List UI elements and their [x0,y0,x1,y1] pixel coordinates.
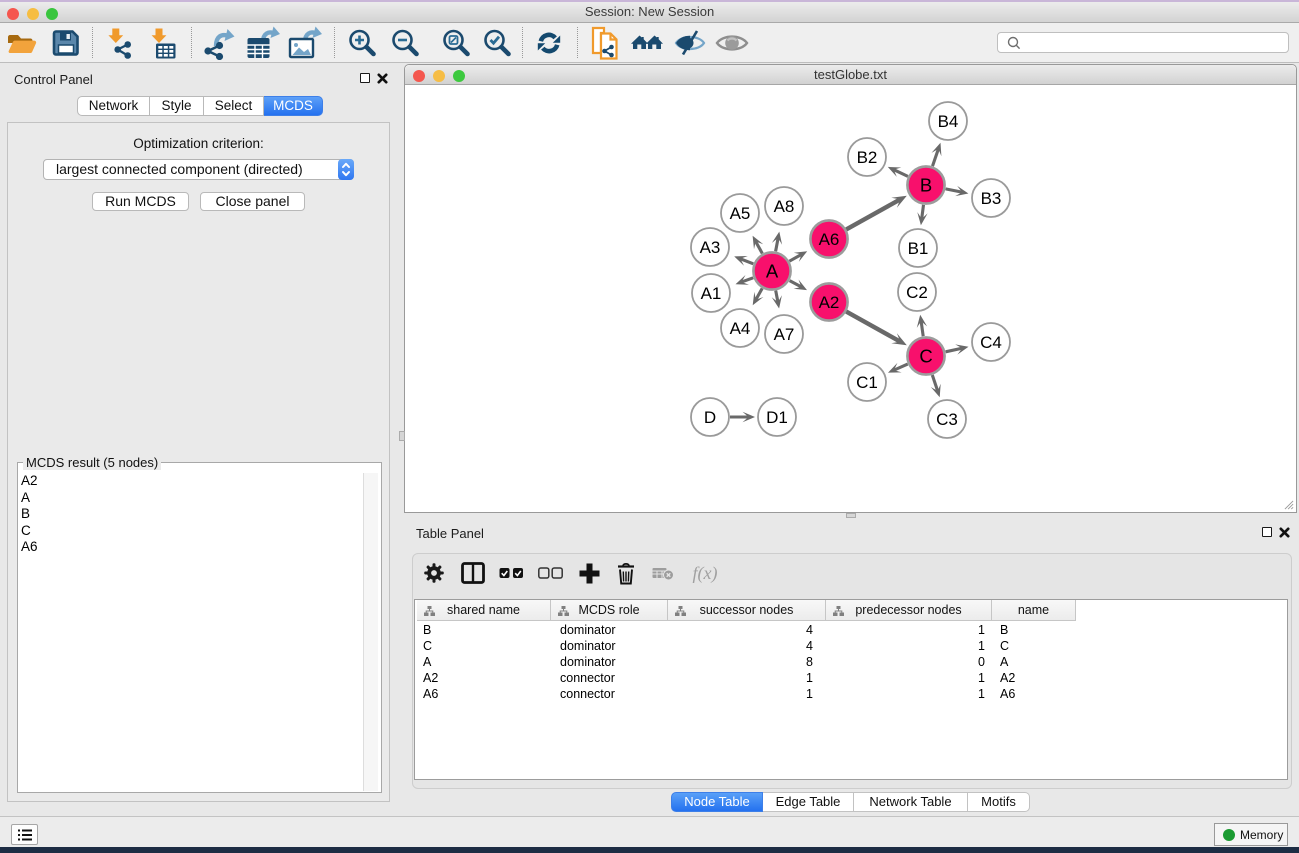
svg-text:A1: A1 [701,284,722,303]
svg-text:C2: C2 [906,283,928,302]
svg-text:C3: C3 [936,410,958,429]
svg-text:A4: A4 [730,319,751,338]
svg-text:A8: A8 [774,197,795,216]
svg-text:A3: A3 [700,238,721,257]
svg-text:B: B [920,175,932,196]
svg-text:C1: C1 [856,373,878,392]
svg-text:A5: A5 [730,204,751,223]
svg-text:A: A [766,261,779,282]
svg-text:B1: B1 [908,239,929,258]
svg-text:B2: B2 [857,148,878,167]
svg-text:A6: A6 [819,230,840,249]
svg-text:C: C [919,346,932,367]
svg-text:A2: A2 [819,293,840,312]
svg-text:B4: B4 [938,112,959,131]
svg-text:D: D [704,408,716,427]
svg-text:D1: D1 [766,408,788,427]
svg-text:B3: B3 [981,189,1002,208]
svg-text:A7: A7 [774,325,795,344]
svg-text:C4: C4 [980,333,1002,352]
